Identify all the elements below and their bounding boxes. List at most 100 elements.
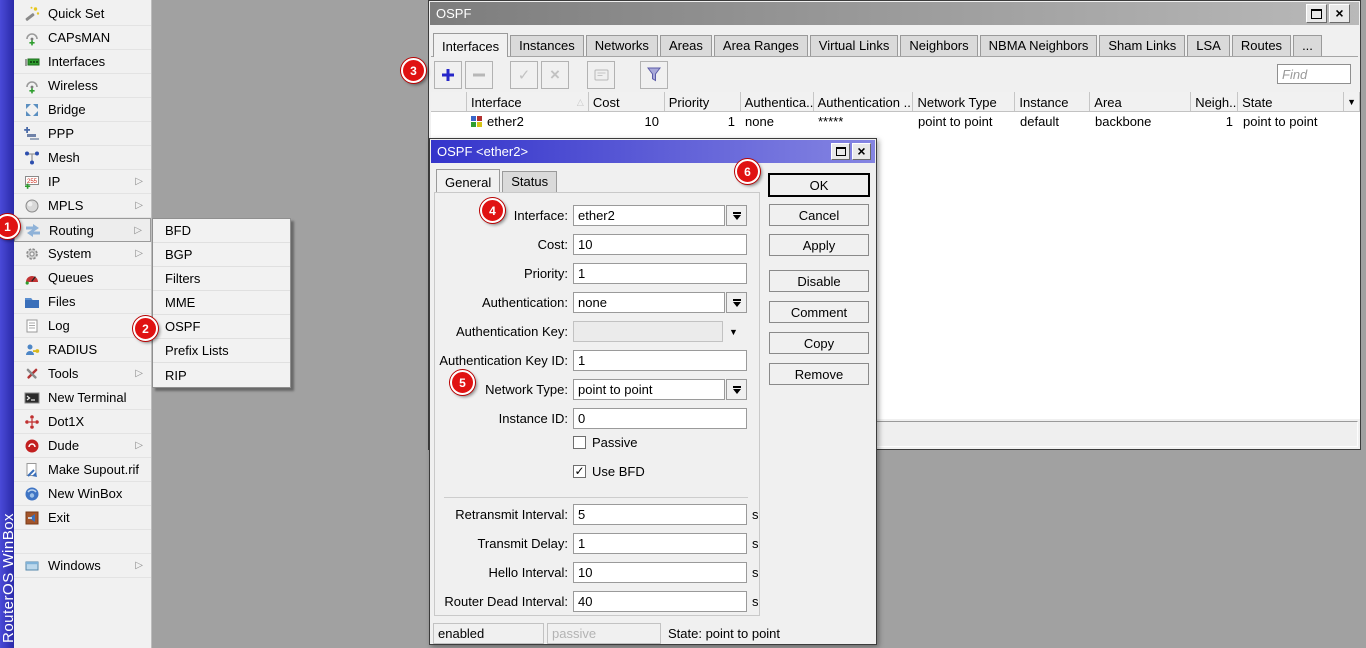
retransmit-interval-input[interactable]	[573, 504, 747, 525]
column-state[interactable]: State	[1238, 92, 1344, 111]
network-type-dropdown-button[interactable]	[726, 379, 747, 400]
priority-input[interactable]	[573, 263, 747, 284]
tab-interfaces[interactable]: Interfaces	[433, 33, 508, 57]
passive-checkbox[interactable]	[573, 436, 586, 449]
submenu-item-filters[interactable]: Filters	[153, 267, 290, 291]
sidebar-item-windows[interactable]: Windows ▷	[14, 554, 151, 578]
tab-areas[interactable]: Areas	[660, 35, 712, 56]
sidebar-item-capsman[interactable]: CAPsMAN	[14, 26, 151, 50]
sidebar-item-radius[interactable]: RADIUS	[14, 338, 151, 362]
tab-status[interactable]: Status	[502, 171, 557, 192]
dialog-close-button[interactable]: ×	[852, 143, 871, 160]
authentication-key-id-input[interactable]	[573, 350, 747, 371]
column-instance[interactable]: Instance	[1015, 92, 1090, 111]
ospf-window-titlebar[interactable]: OSPF ×	[430, 2, 1359, 25]
submenu-item-rip[interactable]: RIP	[153, 363, 290, 387]
table-row-ether2[interactable]: ether2 10 1 none ***** point to point de…	[431, 112, 1360, 131]
apply-button[interactable]: Apply	[769, 234, 869, 256]
add-button[interactable]	[434, 61, 462, 89]
sidebar-item-interfaces[interactable]: Interfaces	[14, 50, 151, 74]
sidebar-item-queues[interactable]: Queues	[14, 266, 151, 290]
disable-button[interactable]: ×	[541, 61, 569, 89]
tab-more[interactable]: ...	[1293, 35, 1322, 56]
tab-general[interactable]: General	[436, 169, 500, 193]
tab-area-ranges[interactable]: Area Ranges	[714, 35, 808, 56]
column-menu-button[interactable]: ▼	[1344, 92, 1360, 111]
column-authentication-key[interactable]: Authentication ...	[814, 92, 914, 111]
column-network-type[interactable]: Network Type	[913, 92, 1015, 111]
sidebar-item-system[interactable]: System ▷	[14, 242, 151, 266]
remove-button[interactable]: Remove	[769, 363, 869, 385]
use-bfd-checkbox[interactable]: ✓	[573, 465, 586, 478]
sidebar-item-routing[interactable]: Routing ▷	[14, 218, 151, 242]
column-authentication[interactable]: Authentica...	[741, 92, 814, 111]
disable-button[interactable]: Disable	[769, 270, 869, 292]
submenu-item-prefix-lists[interactable]: Prefix Lists	[153, 339, 290, 363]
column-neighbors[interactable]: Neigh...	[1191, 92, 1238, 111]
find-input[interactable]	[1277, 64, 1351, 84]
sidebar-item-quick-set[interactable]: Quick Set	[14, 2, 151, 26]
tab-neighbors[interactable]: Neighbors	[900, 35, 977, 56]
maximize-button[interactable]	[1306, 4, 1327, 23]
submenu-item-ospf[interactable]: OSPF	[153, 315, 290, 339]
tab-nbma-neighbors[interactable]: NBMA Neighbors	[980, 35, 1098, 56]
tab-instances[interactable]: Instances	[510, 35, 584, 56]
nic-icon	[23, 54, 40, 70]
sidebar-item-exit[interactable]: Exit	[14, 506, 151, 530]
tab-sham-links[interactable]: Sham Links	[1099, 35, 1185, 56]
hello-interval-input[interactable]	[573, 562, 747, 583]
tab-lsa[interactable]: LSA	[1187, 35, 1230, 56]
remove-button[interactable]	[465, 61, 493, 89]
tab-routes[interactable]: Routes	[1232, 35, 1291, 56]
gauge-icon	[23, 270, 40, 286]
close-button[interactable]: ×	[1329, 4, 1350, 23]
transmit-delay-input[interactable]	[573, 533, 747, 554]
dialog-maximize-button[interactable]	[831, 143, 850, 160]
sidebar-item-mpls[interactable]: MPLS ▷	[14, 194, 151, 218]
cost-input[interactable]	[573, 234, 747, 255]
submenu-item-mme[interactable]: MME	[153, 291, 290, 315]
interface-input[interactable]	[573, 205, 725, 226]
sidebar-item-bridge[interactable]: Bridge	[14, 98, 151, 122]
sidebar-item-new-terminal[interactable]: New Terminal	[14, 386, 151, 410]
tab-networks[interactable]: Networks	[586, 35, 658, 56]
dropdown-arrow-icon[interactable]: ▼	[729, 327, 738, 337]
sidebar-item-log[interactable]: Log	[14, 314, 151, 338]
sidebar-item-wireless[interactable]: Wireless	[14, 74, 151, 98]
column-interface[interactable]: Interface△	[467, 92, 589, 111]
submenu-item-bfd[interactable]: BFD	[153, 219, 290, 243]
column-flags[interactable]	[431, 92, 467, 111]
authentication-input[interactable]	[573, 292, 725, 313]
sidebar-item-ip[interactable]: 255 IP ▷	[14, 170, 151, 194]
sidebar-item-dude[interactable]: Dude ▷	[14, 434, 151, 458]
comment-button[interactable]	[587, 61, 615, 89]
sidebar-item-new-winbox[interactable]: New WinBox	[14, 482, 151, 506]
tab-virtual-links[interactable]: Virtual Links	[810, 35, 899, 56]
sidebar-item-tools[interactable]: Tools ▷	[14, 362, 151, 386]
instance-id-input[interactable]	[573, 408, 747, 429]
copy-button[interactable]: Copy	[769, 332, 869, 354]
column-area[interactable]: Area	[1090, 92, 1191, 111]
cell-network-type: point to point	[914, 114, 1016, 129]
comment-button[interactable]: Comment	[769, 301, 869, 323]
sidebar-item-files[interactable]: Files	[14, 290, 151, 314]
authentication-dropdown-button[interactable]	[726, 292, 747, 313]
cancel-button[interactable]: Cancel	[769, 204, 869, 226]
dialog-titlebar[interactable]: OSPF <ether2> ×	[431, 140, 875, 163]
interface-dropdown-button[interactable]	[726, 205, 747, 226]
router-dead-interval-input[interactable]	[573, 591, 747, 612]
enable-button[interactable]: ✓	[510, 61, 538, 89]
column-priority[interactable]: Priority	[665, 92, 741, 111]
submenu-item-bgp[interactable]: BGP	[153, 243, 290, 267]
ok-button[interactable]: OK	[769, 174, 869, 196]
sidebar-item-ppp[interactable]: PPP	[14, 122, 151, 146]
column-cost[interactable]: Cost	[589, 92, 665, 111]
sidebar-item-mesh[interactable]: Mesh	[14, 146, 151, 170]
interface-status-icon	[471, 116, 482, 127]
network-type-input[interactable]	[573, 379, 725, 400]
cell-state: point to point	[1239, 114, 1345, 129]
filter-button[interactable]	[640, 61, 668, 89]
sidebar-item-label: Dot1X	[48, 414, 84, 429]
sidebar-item-make-supout[interactable]: Make Supout.rif	[14, 458, 151, 482]
sidebar-item-dot1x[interactable]: Dot1X	[14, 410, 151, 434]
